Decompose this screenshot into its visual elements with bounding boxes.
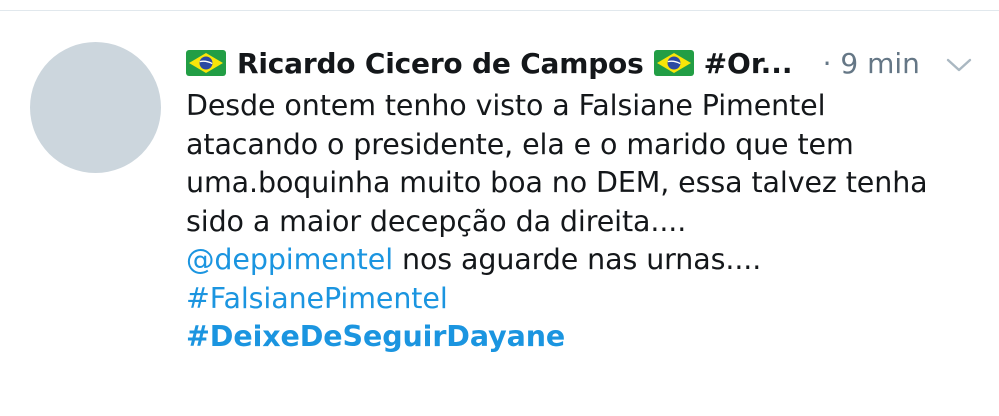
author-name[interactable]: Ricardo Cicero de Campos	[237, 47, 644, 80]
tweet-line: Desde ontem tenho visto a Falsiane Pimen…	[186, 89, 826, 122]
time-value: 9 min	[840, 46, 920, 80]
hashtag-link[interactable]: #FalsianePimentel	[186, 282, 448, 315]
time-separator: ·	[822, 46, 832, 80]
brazil-flag-icon	[653, 50, 694, 76]
mention-rest-text: nos aguarde nas urnas....	[393, 243, 762, 276]
tweet-line-hashtag: #FalsianePimentel	[186, 280, 986, 319]
top-divider	[0, 10, 999, 11]
mention-link[interactable]: @deppimentel	[186, 243, 393, 276]
brazil-flag-icon	[186, 50, 226, 76]
tweet-line-mention: @deppimentel nos aguarde nas urnas....	[186, 241, 986, 280]
author-handle-truncated[interactable]: #Or...	[704, 47, 793, 80]
tweet-line: uma.boquinha muito boa no DEM, essa talv…	[186, 166, 928, 199]
tweet-line-hashtag: #DeixeDeSeguirDayane	[186, 318, 986, 357]
hashtag-link-bold[interactable]: #DeixeDeSeguirDayane	[186, 320, 565, 353]
chevron-down-icon[interactable]	[945, 53, 973, 77]
tweet-timestamp[interactable]: · 9 min	[823, 47, 920, 80]
tweet-line: atacando o presidente, ela e o marido qu…	[186, 127, 854, 161]
tweet-text: Desde ontem tenho visto a Falsiane Pimen…	[186, 87, 986, 357]
avatar[interactable]	[30, 42, 161, 173]
tweet-header: Ricardo Cicero de Campos #Or... · 9 min	[186, 40, 986, 86]
tweet-line: sido a maior decepção da direita....	[186, 204, 687, 238]
